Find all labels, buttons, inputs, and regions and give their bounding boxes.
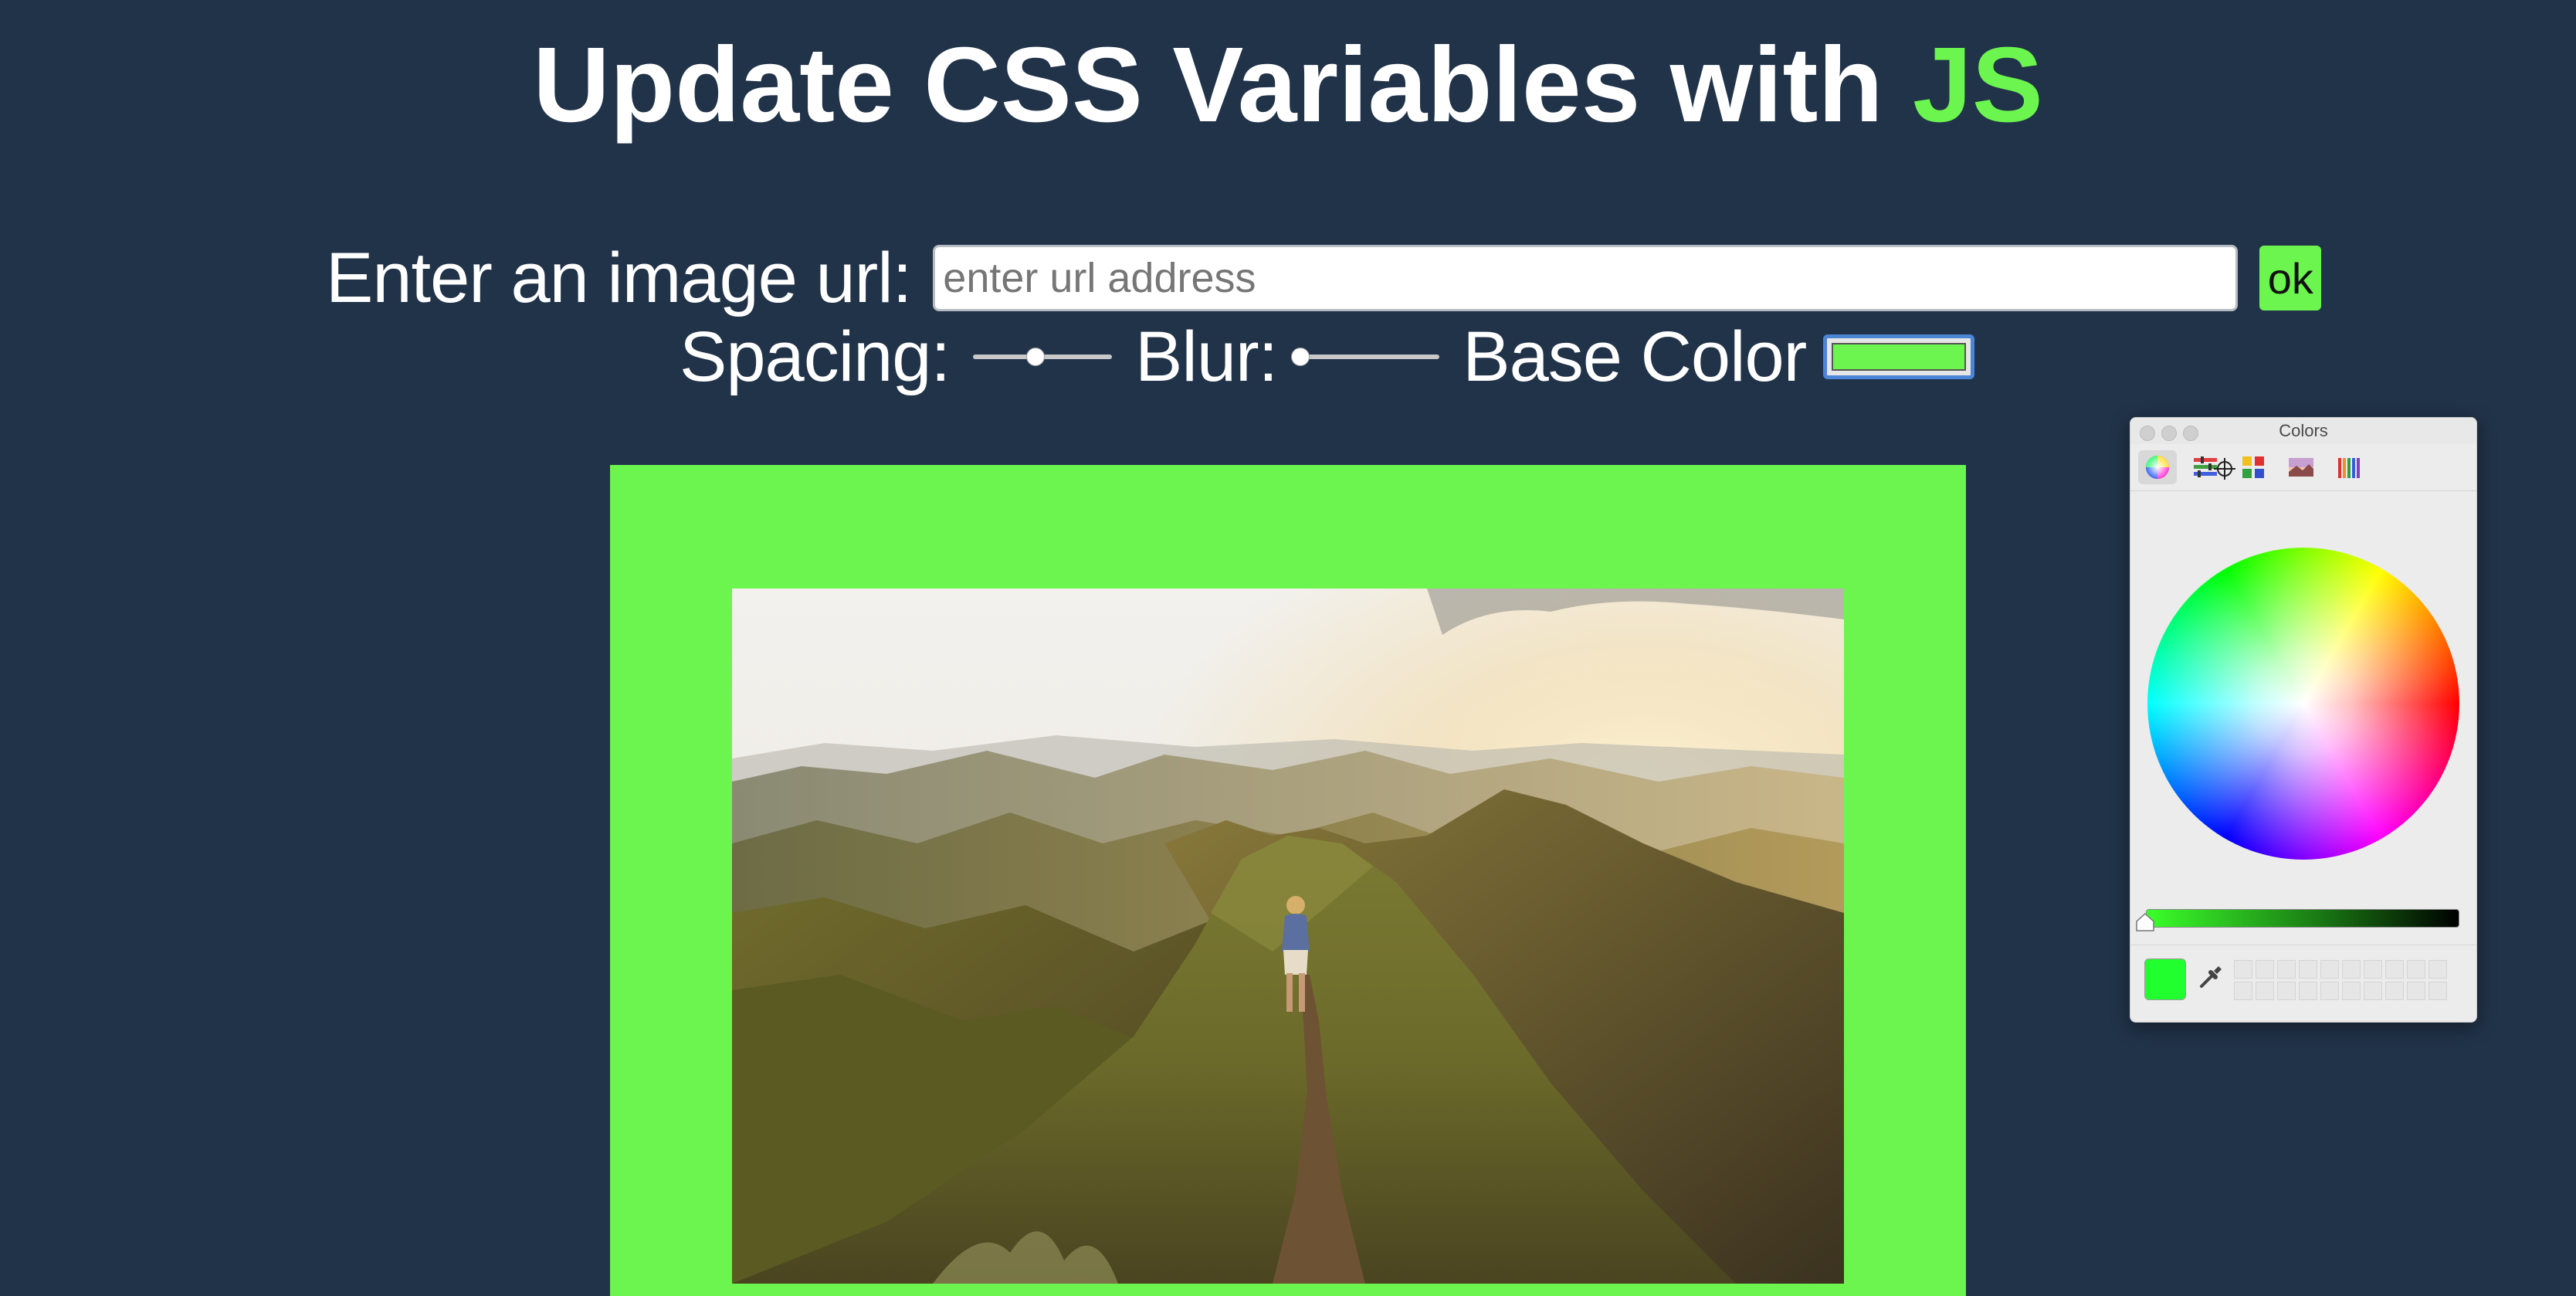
- ok-button[interactable]: ok: [2259, 246, 2322, 310]
- color-wheel-tab[interactable]: [2138, 450, 2177, 484]
- blur-label: Blur:: [1135, 317, 1278, 396]
- url-row: Enter an image url: ok: [326, 239, 2322, 317]
- blur-slider-track: [1300, 355, 1440, 359]
- pencils-icon: [2338, 458, 2360, 478]
- page-title: Update CSS Variables with JS: [0, 23, 2576, 147]
- empty-swatch[interactable]: [2429, 982, 2447, 1000]
- current-color-swatch[interactable]: [2144, 958, 2186, 1000]
- empty-swatch[interactable]: [2385, 960, 2404, 979]
- image-palettes-icon: [2289, 458, 2313, 477]
- empty-swatch[interactable]: [2429, 960, 2447, 979]
- eyedropper-icon[interactable]: [2195, 963, 2225, 992]
- empty-swatch[interactable]: [2234, 960, 2252, 979]
- colors-panel: Colors: [2130, 417, 2477, 1023]
- empty-swatch[interactable]: [2234, 982, 2252, 1000]
- spacing-slider-thumb[interactable]: [1026, 348, 1046, 366]
- blur-slider[interactable]: [1291, 341, 1440, 372]
- brightness-slider[interactable]: [2146, 909, 2459, 928]
- pencils-tab[interactable]: [2330, 450, 2368, 484]
- empty-swatch[interactable]: [2320, 982, 2339, 1000]
- base-color-swatch: [1832, 343, 1967, 371]
- page-title-accent: JS: [1913, 25, 2043, 144]
- crosshair-icon[interactable]: [2214, 458, 2235, 480]
- empty-swatch[interactable]: [2277, 982, 2296, 1000]
- colors-panel-titlebar[interactable]: Colors: [2130, 418, 2476, 444]
- empty-swatch[interactable]: [2277, 960, 2296, 979]
- url-label: Enter an image url:: [326, 238, 912, 317]
- controls-row: Spacing: Blur: Base Color: [680, 317, 1975, 396]
- empty-swatch[interactable]: [2342, 960, 2361, 979]
- blur-slider-thumb[interactable]: [1291, 348, 1310, 366]
- color-palettes-icon: [2242, 456, 2264, 478]
- empty-swatch[interactable]: [2299, 982, 2317, 1000]
- empty-swatch[interactable]: [2299, 960, 2317, 979]
- base-color-picker[interactable]: [1823, 334, 1975, 379]
- empty-swatch[interactable]: [2320, 960, 2339, 979]
- empty-swatch[interactable]: [2407, 960, 2425, 979]
- empty-swatch[interactable]: [2256, 960, 2274, 979]
- empty-swatch[interactable]: [2364, 982, 2382, 1000]
- color-wheel-icon: [2146, 456, 2169, 479]
- spacing-label: Spacing:: [680, 317, 951, 396]
- color-palettes-tab[interactable]: [2234, 450, 2273, 484]
- color-wheel[interactable]: [2147, 548, 2459, 860]
- page-title-main: Update CSS Variables with: [533, 25, 1913, 144]
- colors-panel-title: Colors: [2279, 421, 2328, 440]
- image-palettes-tab[interactable]: [2282, 450, 2320, 484]
- empty-swatch[interactable]: [2364, 960, 2382, 979]
- brightness-slider-thumb[interactable]: [2135, 912, 2155, 932]
- image-frame: [610, 465, 1966, 1296]
- saved-swatches-grid: [2234, 960, 2447, 1000]
- spacing-slider[interactable]: [973, 341, 1113, 372]
- base-color-label: Base Color: [1463, 317, 1807, 396]
- url-input[interactable]: [933, 245, 2239, 311]
- colors-panel-toolbar: [2130, 444, 2476, 491]
- empty-swatch[interactable]: [2342, 982, 2361, 1000]
- empty-swatch[interactable]: [2256, 982, 2274, 1000]
- empty-swatch[interactable]: [2385, 982, 2404, 1000]
- hiker-photo: [732, 589, 1844, 1284]
- empty-swatch[interactable]: [2407, 982, 2425, 1000]
